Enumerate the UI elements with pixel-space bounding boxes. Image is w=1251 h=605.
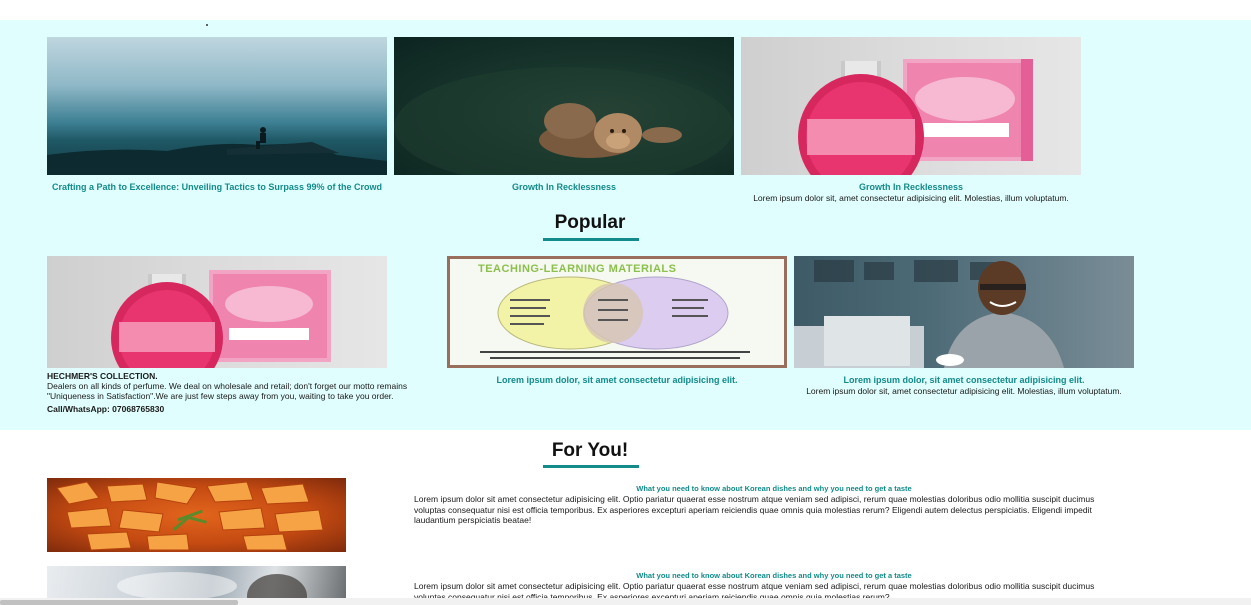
popular-image-venn[interactable]: TEACHING-LEARNING MATERIALS [447, 256, 787, 368]
popular-card-contact: Call/WhatsApp: 07068765830 [47, 404, 165, 414]
for-you-image-blurred[interactable] [47, 566, 346, 598]
popular-image-perfume[interactable] [47, 256, 387, 368]
popular-heading: Popular [554, 212, 626, 233]
lions-art [394, 67, 734, 175]
venn-art [480, 276, 750, 359]
for-you-heading: For You! [551, 440, 629, 461]
featured-title[interactable]: Crafting a Path to Excellence: Unveiling… [47, 182, 387, 192]
featured-title[interactable]: Growth In Recklessness [394, 182, 734, 192]
fog-cliff-art [47, 127, 387, 175]
blurred-person-art [117, 572, 307, 598]
top-strip [0, 0, 1251, 20]
for-you-item-text: Lorem ipsum dolor sit amet consectetur a… [414, 494, 1095, 525]
featured-image-perfume[interactable] [741, 37, 1081, 175]
for-you-underline [543, 465, 639, 468]
popular-card-title[interactable]: HECHMER'S COLLECTION. [47, 371, 427, 381]
for-you-item-title[interactable]: What you need to know about Korean dishe… [414, 571, 1134, 580]
korean-dish-art [56, 481, 324, 551]
perfume-art [798, 59, 1033, 175]
featured-image-lions[interactable] [394, 37, 734, 175]
for-you-image-korean-dish[interactable] [47, 478, 346, 552]
featured-description: Lorem ipsum dolor sit, amet consectetur … [753, 193, 1069, 203]
perfume-art [111, 270, 331, 368]
popular-underline [543, 238, 639, 241]
popular-card-description: Lorem ipsum dolor sit, amet consectetur … [806, 386, 1122, 396]
popular-card-title[interactable]: Lorem ipsum dolor, sit amet consectetur … [447, 375, 787, 385]
featured-title[interactable]: Growth In Recklessness [741, 182, 1081, 192]
popular-card-description: Dealers on all kinds of perfume. We deal… [47, 381, 408, 401]
man-laptop-art [794, 260, 1064, 368]
popular-image-man[interactable] [794, 256, 1134, 368]
popular-card-title[interactable]: Lorem ipsum dolor, sit amet consectetur … [794, 375, 1134, 385]
horizontal-scrollbar-thumb[interactable] [0, 600, 238, 605]
stray-dot [206, 24, 208, 26]
for-you-item-title[interactable]: What you need to know about Korean dishe… [414, 484, 1134, 493]
featured-image-fog[interactable] [47, 37, 387, 175]
